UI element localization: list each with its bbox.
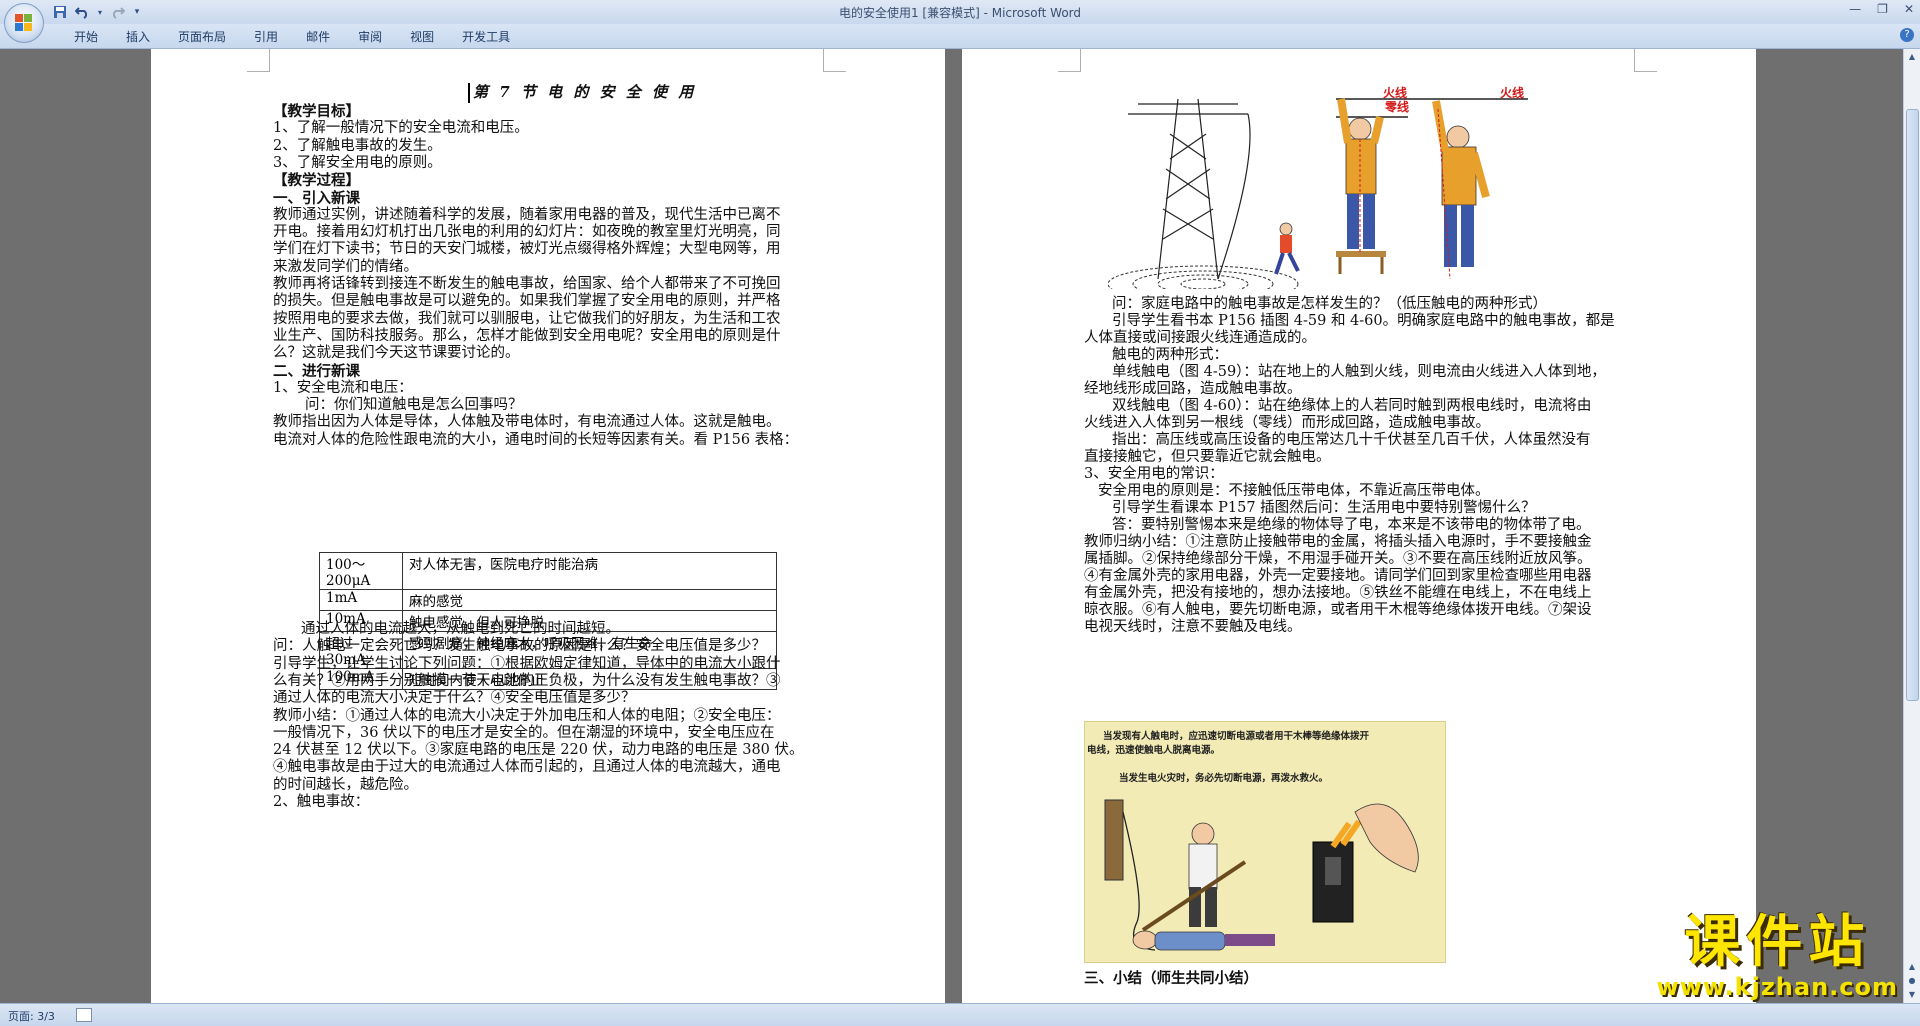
watermark-url: www.kjzhan.com bbox=[1656, 973, 1898, 1001]
tab-insert[interactable]: 插入 bbox=[112, 29, 164, 45]
tab-developer[interactable]: 开发工具 bbox=[448, 29, 524, 45]
scroll-up-icon[interactable]: ▲ bbox=[1906, 51, 1918, 63]
page-corner-mark bbox=[823, 49, 846, 72]
paragraph-line: 电视天线时，注意不要触及电线。 bbox=[1084, 619, 1302, 635]
document-area[interactable]: 第 7 节 电 的 安 全 使 用 【教学目标】 1、了解一般情况下的安全电流和电… bbox=[0, 49, 1904, 1003]
tab-home[interactable]: 开始 bbox=[60, 29, 112, 45]
effect-cell: 对人体无害，医院电疗时能治病 bbox=[402, 552, 777, 590]
current-cell: 100～200μA bbox=[319, 552, 403, 590]
effect-cell: 麻的感觉 bbox=[402, 589, 777, 611]
page-corner-mark bbox=[247, 49, 270, 72]
scrollbar-thumb[interactable] bbox=[1906, 109, 1919, 701]
window-controls: — ❐ ✕ bbox=[1849, 2, 1914, 16]
live-wire-label: 火线 bbox=[1383, 85, 1407, 100]
title-bar: ▾ ▾ 电的安全使用1 [兼容模式] - Microsoft Word — ❐ … bbox=[0, 0, 1920, 25]
ribbon-tab-bar: 开始 插入 页面布局 引用 邮件 审阅 视图 开发工具 ? bbox=[0, 24, 1920, 49]
tab-mailings[interactable]: 邮件 bbox=[292, 29, 344, 45]
watermark-text: 课件站 bbox=[1684, 910, 1871, 975]
maximize-icon[interactable]: ❐ bbox=[1877, 2, 1888, 16]
tab-references[interactable]: 引用 bbox=[240, 29, 292, 45]
watermark-logo: 课件站 www.kjzhan.com bbox=[1656, 910, 1898, 1002]
office-logo-icon bbox=[15, 14, 33, 32]
table-row: 100～200μA 对人体无害，医院电疗时能治病 bbox=[319, 552, 777, 590]
table-row: 1mA 麻的感觉 bbox=[319, 589, 777, 611]
text-cursor bbox=[468, 83, 470, 103]
current-cell: 1mA bbox=[319, 589, 403, 611]
proofing-icon[interactable] bbox=[76, 1008, 92, 1022]
page-corner-mark bbox=[1058, 49, 1081, 72]
document-page-left[interactable]: 第 7 节 电 的 安 全 使 用 【教学目标】 1、了解一般情况下的安全电流和电… bbox=[151, 49, 945, 1003]
minimize-icon[interactable]: — bbox=[1849, 2, 1861, 16]
rescue-drawing bbox=[1104, 799, 1419, 951]
tab-view[interactable]: 视图 bbox=[396, 29, 448, 45]
ribbon-tabs: 开始 插入 页面布局 引用 邮件 审阅 视图 开发工具 bbox=[60, 29, 524, 45]
close-icon[interactable]: ✕ bbox=[1904, 2, 1914, 16]
tab-review[interactable]: 审阅 bbox=[344, 29, 396, 45]
rescue-illustration: 当发现有人触电时，应迅速切断电源或者用干木棒等绝缘体拨开 电线，迅速使触电人脱离… bbox=[1084, 721, 1446, 963]
electrocution-illustration: 火线 零线 火线 bbox=[1108, 85, 1528, 289]
status-bar: 页面: 3/3 bbox=[0, 1003, 1920, 1026]
previous-page-icon[interactable]: ▲ bbox=[1906, 961, 1918, 973]
summary-heading: 三、小结（师生共同小结） bbox=[1084, 970, 1258, 987]
page-corner-mark bbox=[1634, 49, 1657, 72]
help-icon[interactable]: ? bbox=[1900, 28, 1914, 42]
paragraph-line: 2、触电事故： bbox=[273, 794, 370, 810]
document-page-right[interactable]: 火线 零线 火线 问：家庭电路中的触电事故是怎样发生的？（低压触电的两种形式） … bbox=[962, 49, 1756, 1003]
window-title: 电的安全使用1 [兼容模式] - Microsoft Word bbox=[838, 6, 1082, 20]
page-indicator[interactable]: 页面: 3/3 bbox=[8, 1008, 55, 1024]
document-title: 第 7 节 电 的 安 全 使 用 bbox=[473, 83, 697, 101]
browse-object-icon[interactable]: ● bbox=[1906, 975, 1918, 987]
office-button[interactable] bbox=[4, 3, 44, 43]
tab-page-layout[interactable]: 页面布局 bbox=[164, 29, 240, 45]
next-page-icon[interactable]: ▼ bbox=[1906, 989, 1918, 1001]
vertical-scrollbar[interactable]: ▲ ▲ ● ▼ bbox=[1903, 49, 1920, 1003]
live-wire-label-right: 火线 bbox=[1500, 85, 1524, 100]
neutral-wire-label: 零线 bbox=[1384, 99, 1409, 114]
paragraph-line: 电流对人体的危险性跟电流的大小，通电时间的长短等因素有关。看 P156 表格： bbox=[273, 431, 799, 448]
